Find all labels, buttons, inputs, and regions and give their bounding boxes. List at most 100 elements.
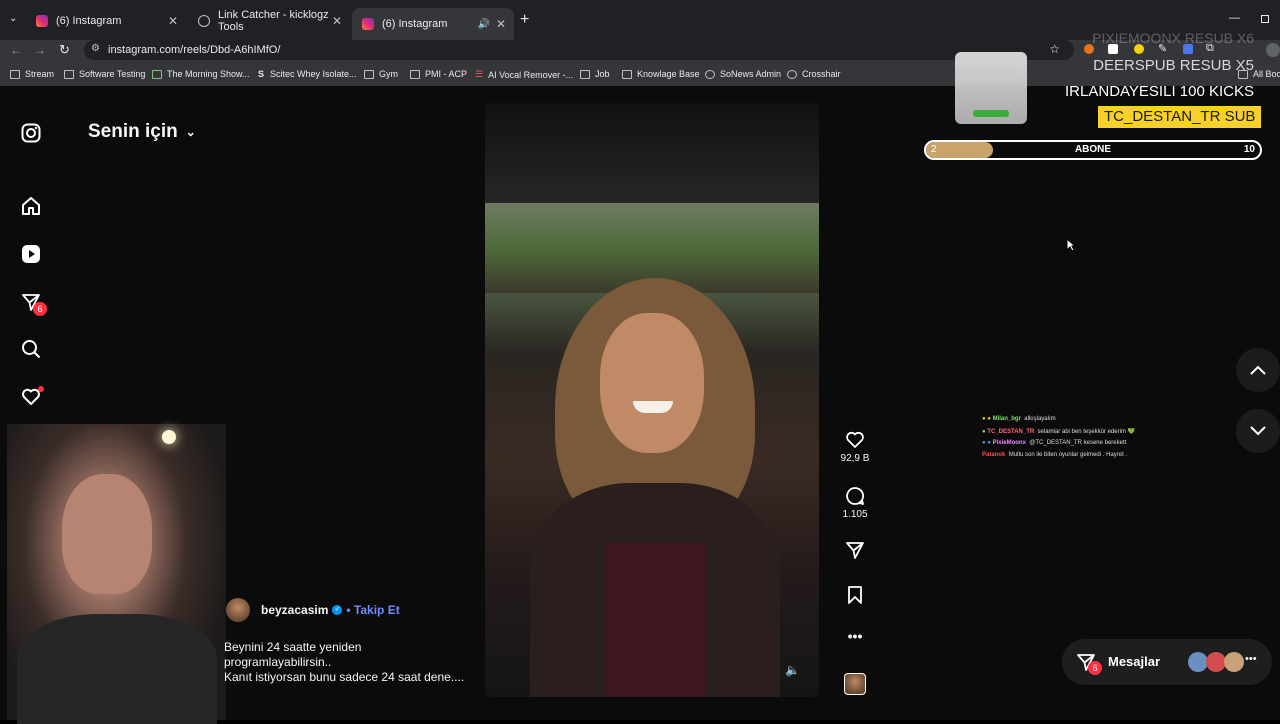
alert-line: DEERSPUB RESUB X5 — [1093, 57, 1254, 74]
tab-title: (6) Instagram — [382, 18, 448, 30]
next-reel-button[interactable] — [1236, 409, 1280, 453]
chart-favicon-icon — [152, 69, 162, 79]
chat-message: ● TC_DESTAN_TR selamlar abi ben teşekkür… — [982, 429, 1136, 435]
browser-tab-bar: ⌄ (6) Instagram ✕ Link Catcher - kicklog… — [0, 0, 1280, 40]
close-tab-icon[interactable]: ✕ — [332, 14, 342, 28]
new-tab-button[interactable]: + — [520, 11, 529, 29]
instagram-favicon-icon — [362, 18, 374, 30]
bookmark-stream[interactable]: Stream — [10, 69, 54, 79]
jar-coins — [973, 110, 1009, 117]
comment-icon — [846, 487, 865, 505]
bookmark-pmi-acp[interactable]: PMI - ACP — [410, 69, 467, 79]
folder-icon — [622, 69, 632, 79]
ai-favicon-icon: ☰ — [475, 69, 484, 79]
send-icon — [846, 542, 864, 559]
comment-button[interactable]: 1.105 — [838, 486, 872, 520]
notification-dot — [38, 386, 44, 392]
tip-jar-widget — [955, 52, 1027, 124]
messages-label: Mesajlar — [1108, 654, 1161, 669]
comment-count: 1.105 — [842, 509, 868, 520]
bookmark-icon — [848, 586, 862, 604]
feed-title[interactable]: Senin için ⌄ — [88, 121, 196, 143]
home-icon[interactable] — [20, 195, 42, 217]
bookmark-star-icon[interactable]: ☆ — [1049, 42, 1060, 56]
alert-line-faded: PIXIEMOONX RESUB X6 — [1092, 30, 1254, 46]
verified-badge-icon: ✓ — [332, 605, 343, 615]
previous-reel-button[interactable] — [1236, 348, 1280, 392]
bookmark-job[interactable]: Job — [580, 69, 610, 79]
goal-label: ABONE — [1074, 144, 1112, 155]
caption-line: Kanıt istiyorsan bunu sadece 24 saat den… — [224, 670, 465, 684]
webcam-feed — [7, 424, 226, 724]
save-button[interactable] — [838, 585, 872, 608]
bookmark-crosshair[interactable]: Crosshair — [787, 69, 841, 79]
chat-message: Patanok Mutlu son ile biten oyunlar gelm… — [982, 452, 1128, 458]
chevron-up-icon — [1250, 365, 1266, 375]
folder-icon — [410, 69, 420, 79]
address-bar[interactable]: ⚙ instagram.com/reels/Dbd-A6hIMfO/ ☆ — [84, 40, 1074, 60]
tab-title: Link Catcher - kicklogz Tools — [218, 9, 329, 33]
profile-avatar[interactable] — [1266, 43, 1280, 57]
like-button[interactable]: 92,9 B — [838, 430, 872, 464]
chat-message: ● ● PixieMoonx @TC_DESTAN_TR kesene bere… — [982, 440, 1127, 446]
globe-favicon-icon — [198, 15, 210, 27]
back-arrow-icon[interactable]: ← — [10, 43, 22, 57]
car-roof — [485, 103, 819, 203]
bookmark-knowlage-base[interactable]: Knowlage Base — [622, 69, 700, 79]
chat-badges-icon: ● ● — [982, 440, 993, 446]
author-avatar[interactable] — [226, 598, 250, 622]
more-options-icon[interactable]: ••• — [838, 628, 872, 644]
bookmark-gym[interactable]: Gym — [364, 69, 398, 79]
bookmark-ai-vocal[interactable]: ☰ AI Vocal Remover -... — [475, 69, 573, 80]
author-row: beyzacasim ✓ • Takip Et — [261, 603, 400, 617]
folder-icon — [580, 69, 590, 79]
avatar — [1206, 652, 1226, 672]
share-button[interactable] — [838, 540, 872, 563]
bookmark-morning-show[interactable]: The Morning Show... — [152, 69, 250, 79]
mute-icon[interactable]: 🔈 — [785, 663, 800, 677]
instagram-logo-icon[interactable] — [20, 122, 42, 144]
audio-thumbnail[interactable] — [844, 673, 866, 695]
avatar — [1224, 652, 1244, 672]
forward-arrow-icon[interactable]: → — [34, 43, 46, 57]
tab-instagram-1[interactable]: (6) Instagram ✕ — [26, 8, 186, 34]
heart-icon — [846, 431, 864, 448]
folder-icon — [364, 69, 374, 79]
caption-line: programlayabilirsin.. — [224, 655, 332, 669]
sub-alert: TC_DESTAN_TR SUB — [1098, 106, 1262, 128]
tab-link-catcher[interactable]: Link Catcher - kicklogz Tools ✕ — [188, 8, 350, 34]
folder-icon — [10, 69, 20, 79]
audio-playing-icon[interactable]: 🔊 — [478, 19, 490, 30]
bookmark-software-testing[interactable]: Software Testing — [64, 69, 145, 79]
tab-instagram-active[interactable]: (6) Instagram 🔊 ✕ — [352, 8, 514, 40]
webcam-person-head — [62, 474, 152, 594]
messages-pill[interactable]: 6 Mesajlar ••• — [1062, 639, 1272, 685]
chat-message: ● ● Milan_bgr alkışlayalım — [982, 416, 1056, 422]
caption[interactable]: Beynini 24 saatte yeniden programlayabil… — [224, 640, 464, 685]
mouse-cursor — [1066, 237, 1077, 257]
tab-search-icon[interactable]: ⌄ — [9, 13, 17, 24]
minimize-window-icon[interactable]: — — [1229, 12, 1240, 24]
webcam-person-body — [17, 614, 217, 724]
bookmark-sonews[interactable]: SoNews Admin — [705, 69, 781, 79]
messages-badge: 6 — [1088, 661, 1102, 675]
site-settings-icon[interactable]: ⚙ — [91, 43, 100, 54]
reload-icon[interactable]: ↻ — [59, 42, 70, 58]
reels-icon[interactable] — [20, 243, 42, 265]
bookmark-scitec[interactable]: S Scitec Whey Isolate... — [258, 69, 357, 79]
reel-video[interactable]: 🔈 — [485, 103, 819, 697]
globe-icon — [787, 69, 797, 79]
more-avatars-icon: ••• — [1245, 653, 1257, 665]
close-tab-icon[interactable]: ✕ — [168, 14, 178, 28]
folder-icon — [64, 69, 74, 79]
author-username[interactable]: beyzacasim — [261, 603, 328, 617]
restore-window-icon[interactable] — [1261, 15, 1269, 23]
chat-badges-icon: ● ● — [982, 416, 993, 422]
person-top — [605, 543, 705, 697]
follow-button[interactable]: • Takip Et — [346, 603, 399, 617]
close-tab-icon[interactable]: ✕ — [496, 17, 506, 31]
webcam-lamp — [162, 430, 176, 444]
search-icon[interactable] — [20, 338, 42, 360]
goal-target: 10 — [1243, 144, 1255, 155]
like-count: 92,9 B — [840, 453, 870, 464]
